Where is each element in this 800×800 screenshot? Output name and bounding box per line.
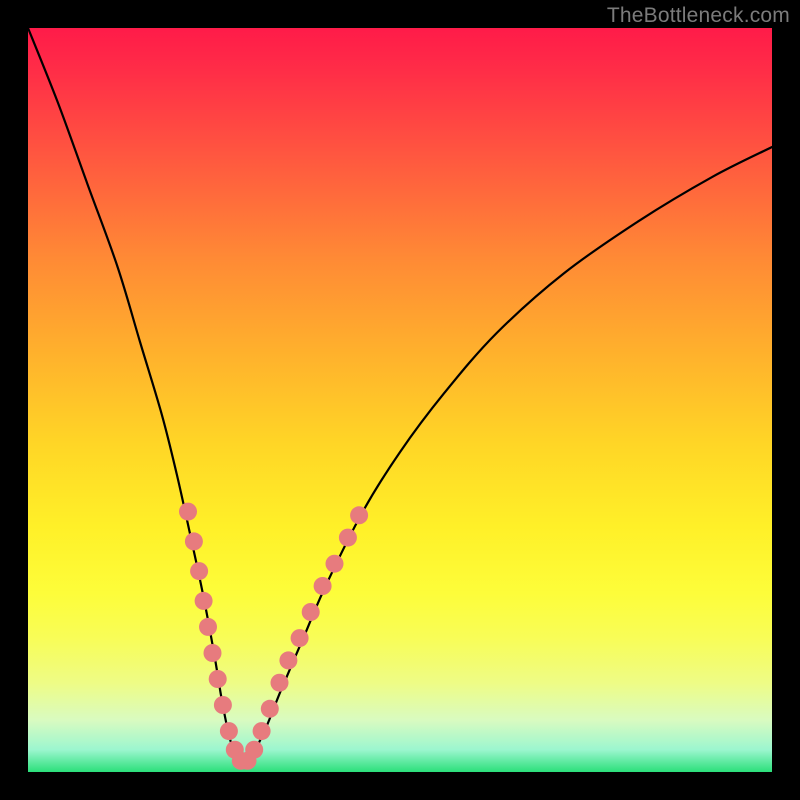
chart-marker xyxy=(220,722,238,740)
chart-marker xyxy=(326,555,344,573)
chart-svg xyxy=(28,28,772,772)
chart-marker xyxy=(314,577,332,595)
chart-markers xyxy=(179,503,368,770)
chart-marker xyxy=(245,741,263,759)
chart-marker xyxy=(291,629,309,647)
chart-marker xyxy=(271,674,289,692)
chart-marker xyxy=(209,670,227,688)
chart-marker xyxy=(261,700,279,718)
bottleneck-curve-path xyxy=(28,28,772,765)
chart-marker xyxy=(339,529,357,547)
chart-marker xyxy=(279,651,297,669)
chart-marker xyxy=(195,592,213,610)
chart-marker xyxy=(199,618,217,636)
chart-marker xyxy=(350,506,368,524)
chart-marker xyxy=(302,603,320,621)
chart-marker xyxy=(179,503,197,521)
chart-marker xyxy=(190,562,208,580)
watermark-text: TheBottleneck.com xyxy=(607,4,790,28)
chart-marker xyxy=(204,644,222,662)
chart-marker xyxy=(214,696,232,714)
chart-marker xyxy=(185,532,203,550)
chart-plot-area xyxy=(28,28,772,772)
chart-frame: TheBottleneck.com xyxy=(0,0,800,800)
chart-marker xyxy=(253,722,271,740)
